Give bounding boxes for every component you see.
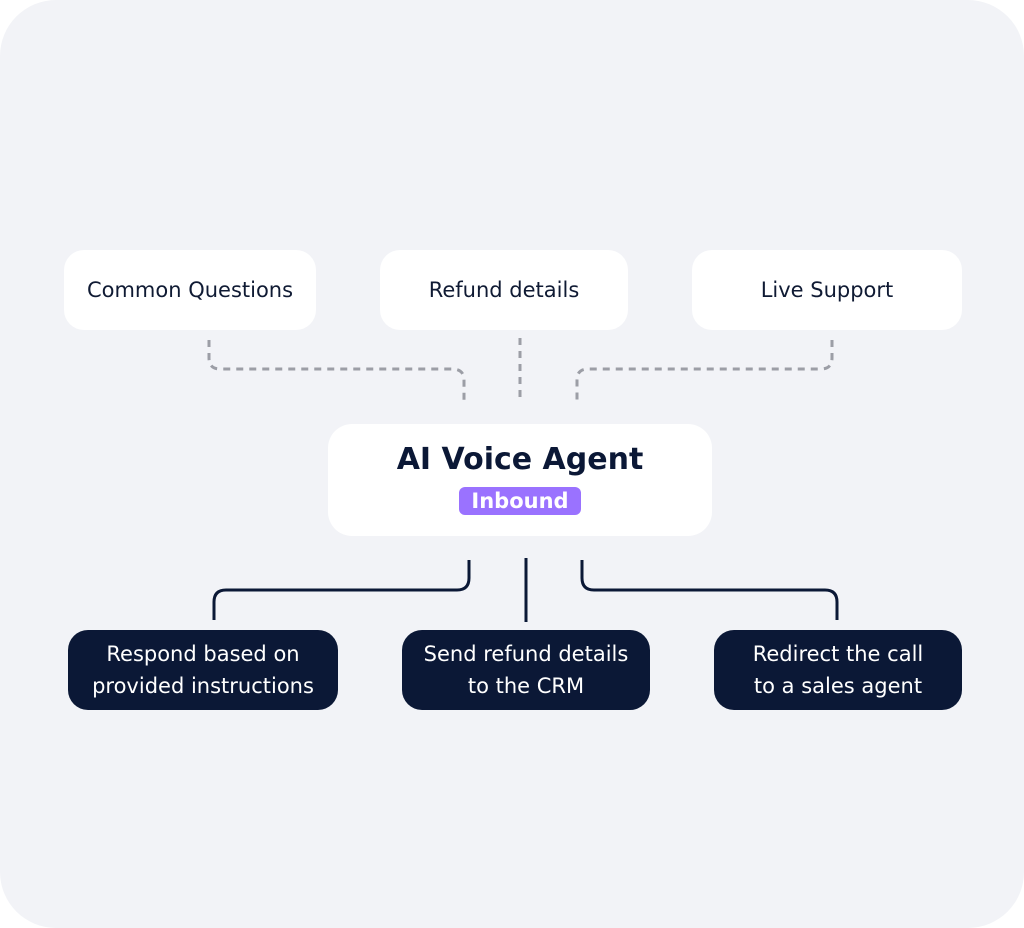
input-node-refund-details: Refund details xyxy=(380,250,628,330)
output-node-send-refund: Send refund details to the CRM xyxy=(402,630,650,710)
solid-connector-respond xyxy=(212,560,471,620)
input-node-common-questions: Common Questions xyxy=(64,250,316,330)
output-node-line: Redirect the call xyxy=(752,642,924,666)
output-node-respond: Respond based on provided instructions xyxy=(68,630,338,710)
output-node-redirect: Redirect the call to a sales agent xyxy=(714,630,962,710)
center-node-ai-voice-agent: AI Voice Agent Inbound xyxy=(328,424,712,536)
input-node-label: Common Questions xyxy=(86,278,294,302)
solid-connector-redirect xyxy=(580,560,839,620)
output-node-line: to a sales agent xyxy=(753,674,923,698)
input-node-label: Refund details xyxy=(428,278,580,302)
dashed-connector-common-questions xyxy=(207,340,466,400)
inbound-badge: Inbound xyxy=(459,486,581,515)
input-node-label: Live Support xyxy=(760,278,894,302)
center-node-title: AI Voice Agent xyxy=(396,441,644,477)
input-node-live-support: Live Support xyxy=(692,250,962,330)
output-node-line: provided instructions xyxy=(92,674,314,698)
dashed-connector-live-support xyxy=(575,340,834,400)
output-node-line: Send refund details xyxy=(423,642,629,666)
output-node-line: Respond based on xyxy=(106,642,300,666)
output-node-line: to the CRM xyxy=(467,674,585,698)
